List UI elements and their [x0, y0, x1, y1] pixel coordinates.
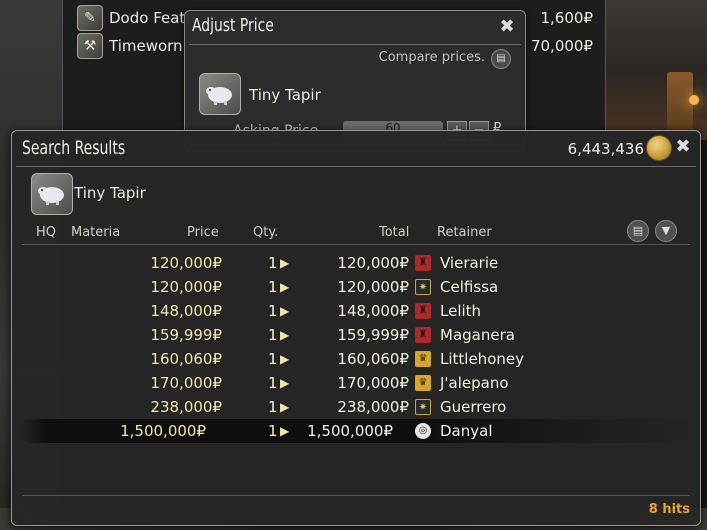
listing-qty: 1	[268, 422, 278, 440]
item-name: Timeworn	[109, 37, 183, 55]
gil-amount: 6,443,436	[567, 140, 644, 158]
listing-total: 148,000₽	[337, 302, 409, 320]
listing-total: 120,000₽	[337, 254, 409, 272]
column-header-hq[interactable]: HQ	[36, 225, 56, 240]
item-price: 1,600₽	[540, 9, 594, 27]
retainer-name: Maganera	[440, 326, 515, 344]
divider	[16, 166, 696, 167]
column-header-retainer[interactable]: Retainer	[437, 225, 492, 240]
retainer-name: Vierarie	[440, 254, 499, 272]
divider	[22, 495, 690, 496]
divider	[189, 44, 521, 45]
listing-total: 159,999₽	[337, 326, 409, 344]
compare-prices-label: Compare prices.	[378, 50, 485, 65]
hits-count: 8 hits	[648, 502, 690, 517]
table-row[interactable]: 170,000₽ 1 ▶ 170,000₽ ♛ J'alepano	[12, 371, 700, 395]
column-header-materia[interactable]: Materia	[71, 225, 120, 240]
table-row[interactable]: 148,000₽ 1 ▶ 148,000₽ ♜ Lelith	[12, 299, 700, 323]
city-crest-icon: ♛	[415, 375, 431, 391]
lamp-light	[689, 95, 699, 105]
city-crest-icon: ✷	[415, 279, 431, 295]
listing-price: 160,060₽	[150, 350, 222, 368]
compare-prices-button[interactable]: ▤	[491, 49, 511, 69]
table-row[interactable]: 238,000₽ 1 ▶ 238,000₽ ✷ Guerrero	[12, 395, 700, 419]
listing-price: 159,999₽	[150, 326, 222, 344]
retainer-name: Littlehoney	[440, 350, 524, 368]
tapir-icon-graphic	[38, 187, 64, 205]
city-crest-icon: ♜	[415, 327, 431, 343]
retainer-name: Lelith	[440, 302, 482, 320]
compare-list-button[interactable]: ▤	[627, 220, 649, 242]
listing-total: 120,000₽	[337, 278, 409, 296]
retainer-name: Celfissa	[440, 278, 499, 296]
play-arrow-icon: ▶	[280, 424, 290, 438]
play-arrow-icon: ▶	[280, 352, 290, 366]
play-arrow-icon: ▶	[280, 256, 290, 270]
listing-qty: 1	[268, 374, 278, 392]
listing-qty: 1	[268, 326, 278, 344]
item-price: 70,000₽	[530, 37, 593, 55]
play-arrow-icon: ▶	[280, 328, 290, 342]
table-row[interactable]: 120,000₽ 1 ▶ 120,000₽ ✷ Celfissa	[12, 275, 700, 299]
city-crest-icon: ✷	[415, 399, 431, 415]
table-row-selected[interactable]: 1,500,000₽ 1 ▶ 1,500,000₽ ◎ Danyal	[20, 419, 692, 443]
listing-qty: 1	[268, 254, 278, 272]
feather-icon: ✎	[77, 5, 103, 31]
play-arrow-icon: ▶	[280, 280, 290, 294]
listing-qty: 1	[268, 302, 278, 320]
close-icon[interactable]: ✖	[672, 136, 694, 158]
listing-price: 120,000₽	[150, 278, 222, 296]
tool-icon: ⚒	[77, 33, 103, 59]
background-street	[604, 0, 707, 140]
retainer-name: Guerrero	[440, 398, 507, 416]
retainer-name: Danyal	[440, 422, 493, 440]
listing-qty: 1	[268, 398, 278, 416]
item-name: Dodo Feath	[109, 9, 195, 27]
listing-price: 170,000₽	[150, 374, 222, 392]
city-crest-icon: ◎	[415, 423, 431, 439]
table-row[interactable]: 120,000₽ 1 ▶ 120,000₽ ♜ Vierarie	[12, 251, 700, 275]
play-arrow-icon: ▶	[280, 376, 290, 390]
listing-price: 1,500,000₽	[120, 422, 206, 440]
city-crest-icon: ♜	[415, 255, 431, 271]
column-header-qty[interactable]: Qty.	[253, 225, 278, 240]
listing-price: 148,000₽	[150, 302, 222, 320]
listing-table: 120,000₽ 1 ▶ 120,000₽ ♜ Vierarie 120,000…	[12, 251, 700, 443]
listing-total: 160,060₽	[337, 350, 409, 368]
listing-price: 238,000₽	[150, 398, 222, 416]
search-results-window: Search Results 6,443,436 ✖ Tiny Tapir HQ…	[11, 130, 701, 526]
table-row[interactable]: 159,999₽ 1 ▶ 159,999₽ ♜ Maganera	[12, 323, 700, 347]
column-header-price[interactable]: Price	[187, 225, 219, 240]
listing-total: 170,000₽	[337, 374, 409, 392]
table-row[interactable]: 160,060₽ 1 ▶ 160,060₽ ♛ Littlehoney	[12, 347, 700, 371]
gil-coin-icon	[646, 135, 672, 161]
city-crest-icon: ♛	[415, 351, 431, 367]
listing-qty: 1	[268, 350, 278, 368]
tapir-icon-graphic	[206, 87, 232, 105]
window-title: Search Results	[22, 137, 126, 159]
item-name: Tiny Tapir	[249, 86, 321, 104]
play-arrow-icon: ▶	[280, 400, 290, 414]
divider	[22, 244, 690, 245]
column-header-total[interactable]: Total	[379, 225, 409, 240]
tapir-icon	[199, 73, 241, 115]
listing-total: 1,500,000₽	[307, 422, 393, 440]
play-arrow-icon: ▶	[280, 304, 290, 318]
listing-price: 120,000₽	[150, 254, 222, 272]
filter-icon[interactable]: ▼	[655, 220, 677, 242]
close-icon[interactable]: ✖	[497, 17, 517, 37]
listing-qty: 1	[268, 278, 278, 296]
dialog-title: Adjust Price	[192, 15, 274, 36]
city-crest-icon: ♜	[415, 303, 431, 319]
retainer-name: J'alepano	[440, 374, 509, 392]
listing-total: 238,000₽	[337, 398, 409, 416]
tapir-icon	[31, 173, 73, 215]
item-name: Tiny Tapir	[74, 184, 146, 202]
